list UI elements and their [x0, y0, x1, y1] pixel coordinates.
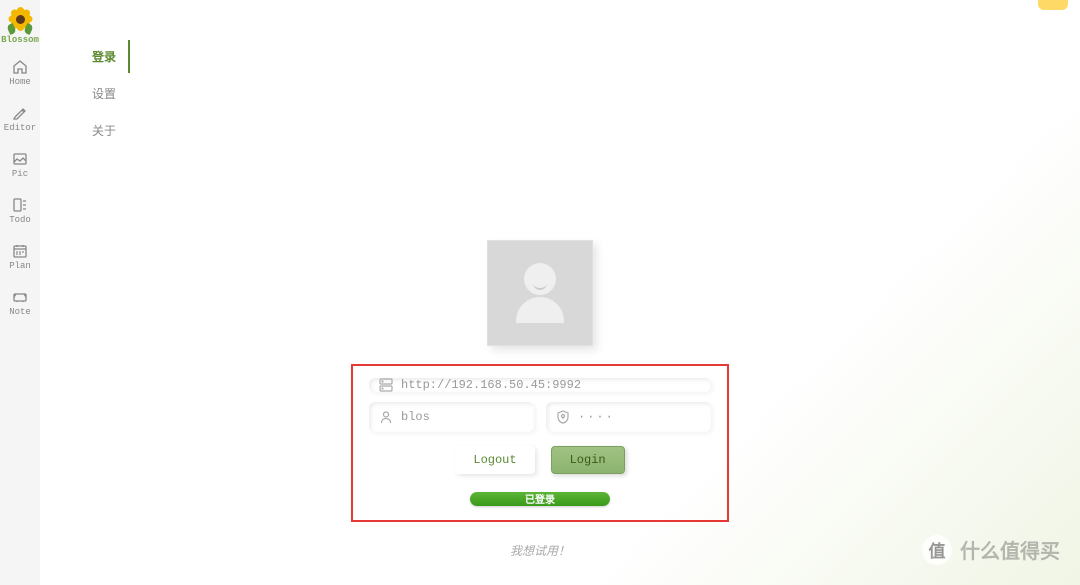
- corner-accent: [1038, 0, 1068, 10]
- nav-label: Note: [9, 307, 31, 317]
- nav-label: Editor: [4, 123, 36, 133]
- nav-item-home[interactable]: Home: [9, 57, 31, 89]
- server-url-field[interactable]: [369, 378, 711, 392]
- nav-label: Pic: [12, 169, 28, 179]
- editor-icon: [12, 105, 28, 121]
- username-input[interactable]: [401, 410, 524, 424]
- login-button[interactable]: Login: [551, 446, 625, 474]
- nav-label: Plan: [9, 261, 31, 271]
- plan-icon: [12, 243, 28, 259]
- nav-item-note[interactable]: Note: [9, 287, 31, 319]
- watermark: 值 什么值得买: [922, 535, 1060, 565]
- home-icon: [12, 59, 28, 75]
- lock-icon: [556, 410, 570, 424]
- nav-label: Todo: [9, 215, 31, 225]
- menu-item-about[interactable]: 关于: [80, 114, 130, 147]
- watermark-text: 什么值得买: [960, 535, 1060, 565]
- app-logo: [5, 4, 35, 34]
- password-display: ····: [578, 410, 615, 424]
- nav-label: Home: [9, 77, 31, 87]
- avatar: [487, 240, 593, 346]
- menu-item-settings[interactable]: 设置: [80, 77, 130, 110]
- nav-item-plan[interactable]: Plan: [9, 241, 31, 273]
- server-url-input[interactable]: [401, 378, 701, 392]
- trial-link[interactable]: 我想试用！: [510, 542, 570, 559]
- username-field[interactable]: [369, 402, 534, 432]
- status-badge: 已登录: [470, 492, 610, 506]
- note-icon: [12, 289, 28, 305]
- main-content: ···· Logout Login 已登录 我想试用！: [351, 240, 729, 559]
- login-form: ···· Logout Login 已登录: [351, 364, 729, 522]
- user-icon: [379, 410, 393, 424]
- pic-icon: [12, 151, 28, 167]
- password-field[interactable]: ····: [546, 402, 711, 432]
- logout-button[interactable]: Logout: [455, 446, 534, 474]
- server-icon: [379, 378, 393, 392]
- nav-item-pic[interactable]: Pic: [12, 149, 28, 181]
- app-name: Blossom: [1, 35, 39, 45]
- menu-item-login[interactable]: 登录: [80, 40, 130, 73]
- watermark-logo: 值: [922, 535, 952, 565]
- sidebar: Blossom Home Editor Pic: [0, 0, 40, 585]
- nav-item-editor[interactable]: Editor: [4, 103, 36, 135]
- todo-icon: [12, 197, 28, 213]
- menu-panel: 登录 设置 关于: [80, 40, 130, 151]
- nav-item-todo[interactable]: Todo: [9, 195, 31, 227]
